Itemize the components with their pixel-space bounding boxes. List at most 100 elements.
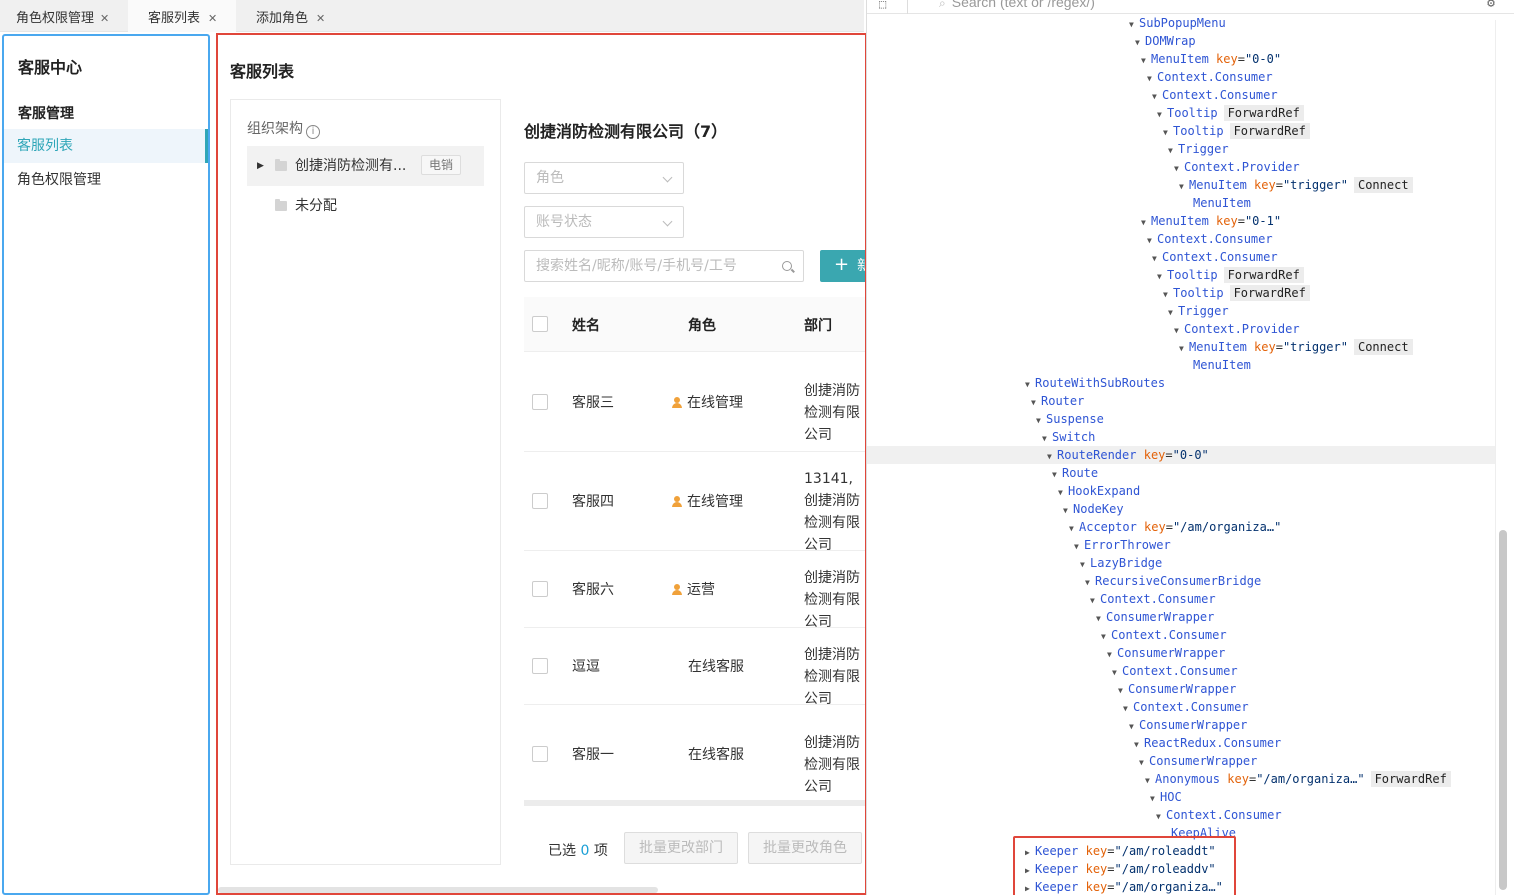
devtools-scrollbar[interactable] bbox=[1499, 530, 1507, 890]
tree-node[interactable]: ▼ HookExpand bbox=[867, 482, 1495, 500]
role-select[interactable]: 角色 bbox=[524, 162, 684, 194]
agent-name: 客服一 bbox=[572, 747, 614, 763]
component-name: LazyBridge bbox=[1090, 556, 1163, 570]
tab-agent-list[interactable]: 客服列表 ✕ bbox=[128, 0, 236, 32]
tree-node[interactable]: ▼ Router bbox=[867, 392, 1495, 410]
agent-dept: 创捷消防检测有限公司 bbox=[804, 735, 860, 795]
select-all-checkbox[interactable] bbox=[532, 316, 548, 332]
tree-node[interactable]: ▼ MenuItem key="trigger" Connect bbox=[867, 176, 1495, 194]
tree-node[interactable]: ▼ Context.Consumer bbox=[867, 626, 1495, 644]
tree-node[interactable]: MenuItem bbox=[867, 194, 1495, 212]
component-key: key="/am/organiza…" bbox=[1144, 520, 1282, 534]
agent-dept: 13141,创捷消防检测有限公司 bbox=[804, 471, 860, 553]
tree-node[interactable]: ▼ Route bbox=[867, 464, 1495, 482]
batch-role-button[interactable]: 批量更改角色 bbox=[748, 832, 862, 864]
tree-node[interactable]: ▼ Tooltip ForwardRef bbox=[867, 266, 1495, 284]
tree-node[interactable]: ▼ Trigger bbox=[867, 140, 1495, 158]
tree-node[interactable]: ▼ Tooltip ForwardRef bbox=[867, 122, 1495, 140]
tree-node[interactable]: ▼ DOMWrap bbox=[867, 32, 1495, 50]
component-name: Suspense bbox=[1046, 412, 1104, 426]
tree-node[interactable]: ▼ RouteRender key="0-0" bbox=[867, 446, 1495, 464]
tree-node[interactable]: MenuItem bbox=[867, 356, 1495, 374]
horizontal-scrollbar[interactable] bbox=[218, 887, 658, 893]
tree-node[interactable]: ▼ RouteWithSubRoutes bbox=[867, 374, 1495, 392]
sidebar-item-role-permission[interactable]: 角色权限管理 bbox=[4, 163, 208, 197]
add-agent-button[interactable]: +新 bbox=[820, 250, 865, 282]
main-panel: 客服列表 组织架构 i ▶ 创捷消防检测有... 电销 未分配 创捷消防检测有限公… bbox=[216, 33, 867, 895]
status-select[interactable]: 账号状态 bbox=[524, 206, 684, 238]
search-icon[interactable] bbox=[782, 261, 792, 271]
org-node-company[interactable]: ▶ 创捷消防检测有... 电销 bbox=[247, 146, 484, 186]
tree-node[interactable]: ▼ Tooltip ForwardRef bbox=[867, 104, 1495, 122]
tab-add-role[interactable]: 添加角色 ✕ bbox=[236, 0, 346, 32]
tree-node[interactable]: ▼ Context.Consumer bbox=[867, 248, 1495, 266]
tree-node[interactable]: ▼ ReactRedux.Consumer bbox=[867, 734, 1495, 752]
gear-icon[interactable]: ⚙ bbox=[1487, 0, 1495, 11]
tree-node[interactable]: ▼ ConsumerWrapper bbox=[867, 716, 1495, 734]
tree-node[interactable]: ▼ ConsumerWrapper bbox=[867, 680, 1495, 698]
component-name: Trigger bbox=[1178, 142, 1229, 156]
tree-node[interactable]: ▼ NodeKey bbox=[867, 500, 1495, 518]
component-name: MenuItem bbox=[1189, 340, 1247, 354]
component-name: MenuItem bbox=[1189, 178, 1247, 192]
component-name: MenuItem bbox=[1193, 358, 1251, 372]
table-row[interactable]: 客服三 在线管理 创捷消防检测有限公司 bbox=[524, 352, 865, 452]
tree-node[interactable]: ▼ MenuItem key="trigger" Connect bbox=[867, 338, 1495, 356]
table-scrollbar[interactable] bbox=[524, 800, 865, 806]
tree-node[interactable]: ▼ Tooltip ForwardRef bbox=[867, 284, 1495, 302]
tree-node[interactable]: ▼ SubPopupMenu bbox=[867, 14, 1495, 32]
tree-node[interactable]: ▼ Anonymous key="/am/organiza…" ForwardRef bbox=[867, 770, 1495, 788]
tree-node[interactable]: ▼ ErrorThrower bbox=[867, 536, 1495, 554]
tab-role-permission[interactable]: 角色权限管理 ✕ bbox=[0, 0, 128, 32]
tree-node[interactable]: ▼ HOC bbox=[867, 788, 1495, 806]
agent-dept: 创捷消防检测有限公司 bbox=[804, 647, 860, 707]
tree-node[interactable]: ▼ Acceptor key="/am/organiza…" bbox=[867, 518, 1495, 536]
tree-node[interactable]: ▼ MenuItem key="0-1" bbox=[867, 212, 1495, 230]
row-checkbox[interactable] bbox=[532, 746, 548, 762]
component-search-input[interactable]: ⌕ Search (text or /regex/) bbox=[939, 0, 1095, 11]
component-key: key="0-0" bbox=[1216, 52, 1282, 66]
tree-node[interactable]: ▼ Context.Provider bbox=[867, 320, 1495, 338]
tree-node[interactable]: ▼ Context.Consumer bbox=[867, 590, 1495, 608]
tree-node[interactable]: ▼ Context.Consumer bbox=[867, 230, 1495, 248]
table-row[interactable]: 客服一 在线客服 创捷消防检测有限公司 bbox=[524, 705, 865, 805]
caret-right-icon[interactable]: ▶ bbox=[257, 146, 264, 186]
row-checkbox[interactable] bbox=[532, 493, 548, 509]
tree-node[interactable]: ▼ Context.Consumer bbox=[867, 806, 1495, 824]
table-row[interactable]: 客服四 在线管理 13141,创捷消防检测有限公司 bbox=[524, 452, 865, 553]
tree-node[interactable]: ▼ ConsumerWrapper bbox=[867, 608, 1495, 626]
component-name: Router bbox=[1041, 394, 1085, 408]
row-checkbox[interactable] bbox=[532, 658, 548, 674]
agent-role: 在线客服 bbox=[688, 659, 744, 675]
close-icon[interactable]: ✕ bbox=[100, 0, 109, 38]
tree-node[interactable]: ▼ ConsumerWrapper bbox=[867, 752, 1495, 770]
component-name: ConsumerWrapper bbox=[1106, 610, 1215, 624]
search-input[interactable]: 搜索姓名/昵称/账号/手机号/工号 bbox=[524, 250, 804, 282]
row-checkbox[interactable] bbox=[532, 581, 548, 597]
row-checkbox[interactable] bbox=[532, 394, 548, 410]
tree-node[interactable]: ▼ Context.Consumer bbox=[867, 698, 1495, 716]
tree-node[interactable]: ▼ ConsumerWrapper bbox=[867, 644, 1495, 662]
tree-node[interactable]: ▼ MenuItem key="0-0" bbox=[867, 50, 1495, 68]
element-picker-icon[interactable]: ⬚ bbox=[879, 0, 886, 11]
org-node-unassigned[interactable]: 未分配 bbox=[247, 186, 484, 226]
tree-node[interactable]: ▼ Switch bbox=[867, 428, 1495, 446]
tree-node[interactable]: ▼ Suspense bbox=[867, 410, 1495, 428]
tree-node[interactable]: ▼ LazyBridge bbox=[867, 554, 1495, 572]
column-header: 角色 bbox=[688, 318, 716, 334]
tree-node[interactable]: ▼ Trigger bbox=[867, 302, 1495, 320]
sidebar-item-agent-list[interactable]: 客服列表 bbox=[4, 129, 208, 163]
tree-node[interactable]: ▼ Context.Consumer bbox=[867, 662, 1495, 680]
tree-node[interactable]: ▼ Context.Consumer bbox=[867, 68, 1495, 86]
component-name: NodeKey bbox=[1073, 502, 1124, 516]
tree-node[interactable]: ▼ Context.Provider bbox=[867, 158, 1495, 176]
info-icon[interactable]: i bbox=[306, 125, 320, 139]
tree-node[interactable]: ▼ RecursiveConsumerBridge bbox=[867, 572, 1495, 590]
component-name: RecursiveConsumerBridge bbox=[1095, 574, 1262, 588]
operator-person-icon bbox=[672, 584, 682, 595]
table-row[interactable]: 客服六 运营 创捷消防检测有限公司 bbox=[524, 551, 865, 630]
batch-dept-button[interactable]: 批量更改部门 bbox=[624, 832, 738, 864]
component-name: ErrorThrower bbox=[1084, 538, 1171, 552]
tree-node[interactable]: ▼ Context.Consumer bbox=[867, 86, 1495, 104]
table-row[interactable]: 逗逗 在线客服 创捷消防检测有限公司 bbox=[524, 628, 865, 707]
